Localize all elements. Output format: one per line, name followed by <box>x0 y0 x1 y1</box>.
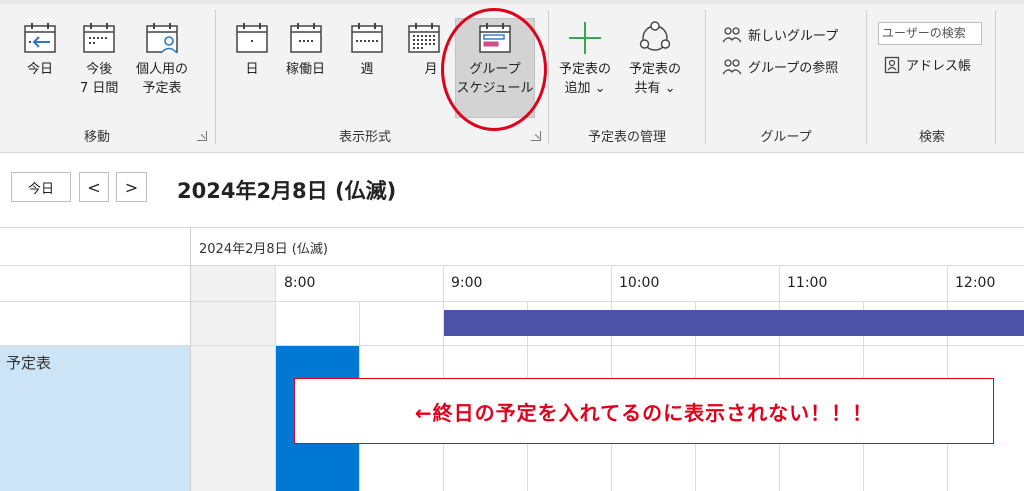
calendar-nav-bar: 今日 < > 2024年2月8日 (仏滅) <box>0 153 1024 228</box>
browse-groups-button[interactable]: グループの参照 <box>722 57 838 76</box>
add-calendar-label: 予定表の 追加 ⌄ <box>559 62 612 96</box>
grid-line <box>0 345 1024 346</box>
annotation-callout: ←終日の予定を入れてるのに表示されない！！！ <box>294 378 994 444</box>
calendar-workweek-icon <box>289 23 322 53</box>
address-book-label: アドレス帳 <box>906 59 972 74</box>
grid-date-header: 2024年2月8日 (仏滅) <box>199 242 328 257</box>
calendar-month-icon <box>408 23 440 53</box>
grid-line <box>0 301 1024 302</box>
new-group-icon <box>722 26 742 42</box>
week-view-label: 週 <box>360 62 374 77</box>
next-7-days-button[interactable]: 今後 7 日間 <box>80 20 118 98</box>
workweek-view-label: 稼働日 <box>286 62 326 77</box>
current-date-title: 2024年2月8日 (仏滅) <box>177 179 397 203</box>
manage-group-label: 予定表の管理 <box>587 130 666 145</box>
month-view-label: 月 <box>424 62 438 77</box>
hour-label: 11:00 <box>787 275 828 291</box>
day-view-button[interactable]: 日 <box>234 20 270 79</box>
ribbon: 今日 今後 7 日間 個人用の 予定表 移動 日 稼働日 週 月 グループ スケ… <box>0 0 1024 153</box>
highlight-circle-annotation <box>441 8 547 131</box>
groups-group-label: グループ <box>760 130 812 145</box>
calendar-row-label: 予定表 <box>6 354 52 372</box>
workweek-view-button[interactable]: 稼働日 <box>286 20 325 79</box>
prev-day-button[interactable]: < <box>79 172 109 202</box>
personal-calendar-label: 個人用の 予定表 <box>136 62 189 96</box>
calendar-week-icon <box>351 23 383 53</box>
browse-groups-icon <box>722 58 742 74</box>
hour-label: 9:00 <box>451 275 483 291</box>
browse-groups-label: グループの参照 <box>748 61 839 76</box>
address-book-button[interactable]: アドレス帳 <box>884 55 971 74</box>
hour-label: 10:00 <box>619 275 660 291</box>
non-work-hours-column <box>191 266 276 491</box>
view-group-launcher-icon[interactable] <box>531 131 541 141</box>
calendar-next7-icon <box>83 23 115 53</box>
today-button[interactable]: 今日 <box>22 20 58 79</box>
plus-icon <box>569 22 601 54</box>
move-group-launcher-icon[interactable] <box>197 131 207 141</box>
add-calendar-button[interactable]: 予定表の 追加 ⌄ <box>559 20 611 98</box>
share-calendar-label: 予定表の 共有 ⌄ <box>629 62 682 96</box>
month-view-button[interactable]: 月 <box>406 20 442 79</box>
calendar-today-arrow-icon <box>24 23 56 53</box>
next-7-days-label: 今後 7 日間 <box>80 62 119 96</box>
group-schedule-grid: 予定表 2024年2月8日 (仏滅) 8:00 9:00 10:00 11:00… <box>0 228 1024 491</box>
share-icon <box>639 21 671 51</box>
grid-line <box>0 265 1024 266</box>
grid-line <box>190 228 191 491</box>
ribbon-top-edge <box>0 0 1024 4</box>
address-book-icon <box>884 56 900 73</box>
day-view-label: 日 <box>245 62 259 77</box>
share-calendar-button[interactable]: 予定表の 共有 ⌄ <box>629 20 681 98</box>
ribbon-separator <box>215 10 216 144</box>
move-group-label: 移動 <box>83 130 110 145</box>
calendar-person-icon <box>146 23 178 54</box>
personal-calendar-button[interactable]: 個人用の 予定表 <box>136 20 188 98</box>
user-search-input[interactable]: ユーザーの検索 <box>878 22 982 45</box>
all-day-event-bar[interactable] <box>444 310 1024 336</box>
today-button-label: 今日 <box>26 62 53 77</box>
ribbon-separator <box>548 10 549 144</box>
calendar-day-icon <box>236 23 268 53</box>
ribbon-separator <box>866 10 867 144</box>
ribbon-separator <box>995 10 996 144</box>
hour-label: 8:00 <box>284 275 316 291</box>
go-today-button[interactable]: 今日 <box>11 172 71 202</box>
ribbon-separator <box>705 10 706 144</box>
new-group-label: 新しいグループ <box>748 29 839 44</box>
week-view-button[interactable]: 週 <box>349 20 385 79</box>
new-group-button[interactable]: 新しいグループ <box>722 25 838 44</box>
hour-label: 12:00 <box>955 275 996 291</box>
view-group-label: 表示形式 <box>338 130 391 145</box>
next-day-button[interactable]: > <box>116 172 147 202</box>
search-group-label: 検索 <box>918 130 945 145</box>
